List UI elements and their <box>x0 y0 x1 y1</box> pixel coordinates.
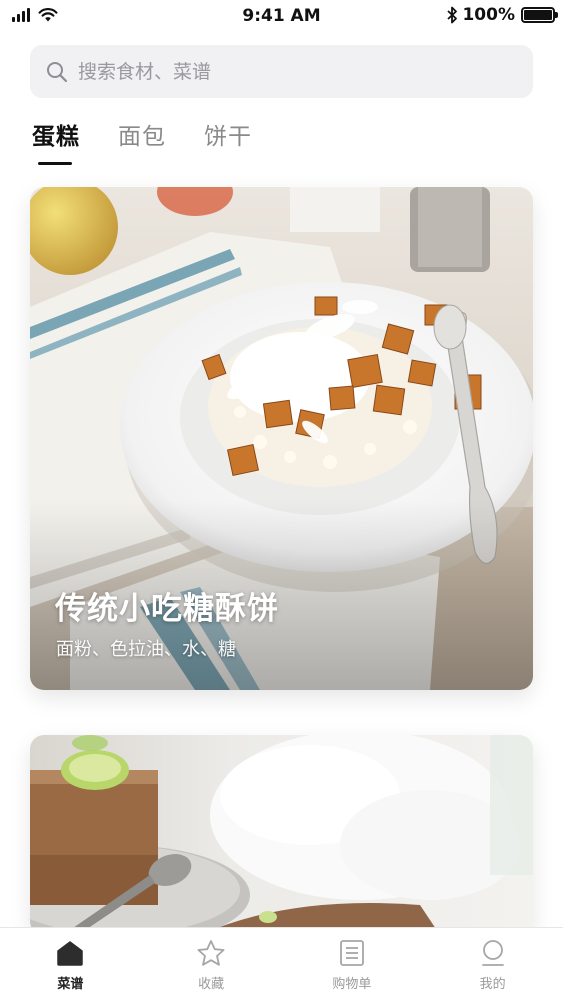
nav-label-shopping-list: 购物单 <box>332 977 372 992</box>
recipe-photo-2 <box>30 735 533 935</box>
status-bar: 9:41 AM 100% <box>0 0 563 34</box>
search-icon <box>47 61 68 82</box>
nav-label-favorites: 收藏 <box>198 977 225 992</box>
nav-profile[interactable]: 我的 <box>422 928 563 1000</box>
search-bar[interactable] <box>30 45 533 98</box>
status-bar-right: 100% <box>447 5 558 25</box>
bluetooth-icon <box>447 6 458 24</box>
battery-percent: 100% <box>462 5 515 25</box>
nav-shopping-list[interactable]: 购物单 <box>282 928 423 1000</box>
tab-bread[interactable]: 面包 <box>118 117 166 165</box>
star-icon <box>196 938 226 968</box>
list-icon <box>337 938 367 968</box>
recipe-ingredients: 面粉、色拉油、水、糖 <box>56 639 236 660</box>
recipe-card-2[interactable] <box>30 735 533 935</box>
tab-cake[interactable]: 蛋糕 <box>32 117 80 165</box>
nav-label-profile: 我的 <box>479 977 506 992</box>
search-input[interactable] <box>78 60 498 83</box>
bottom-nav: 菜谱 收藏 购物单 我的 <box>0 927 563 1000</box>
recipe-title: 传统小吃糖酥饼 <box>55 591 279 627</box>
battery-icon <box>521 7 558 23</box>
recipe-card[interactable]: 传统小吃糖酥饼 面粉、色拉油、水、糖 <box>30 187 533 690</box>
nav-favorites[interactable]: 收藏 <box>141 928 282 1000</box>
nav-recipes[interactable]: 菜谱 <box>0 928 141 1000</box>
recipe-app-screen: 9:41 AM 100% 蛋糕 面包 饼干 <box>0 0 563 1000</box>
home-icon <box>55 938 85 968</box>
nav-label-recipes: 菜谱 <box>57 977 84 992</box>
tab-biscuit[interactable]: 饼干 <box>204 117 252 165</box>
category-tabs: 蛋糕 面包 饼干 <box>32 117 252 165</box>
profile-icon <box>478 938 508 968</box>
